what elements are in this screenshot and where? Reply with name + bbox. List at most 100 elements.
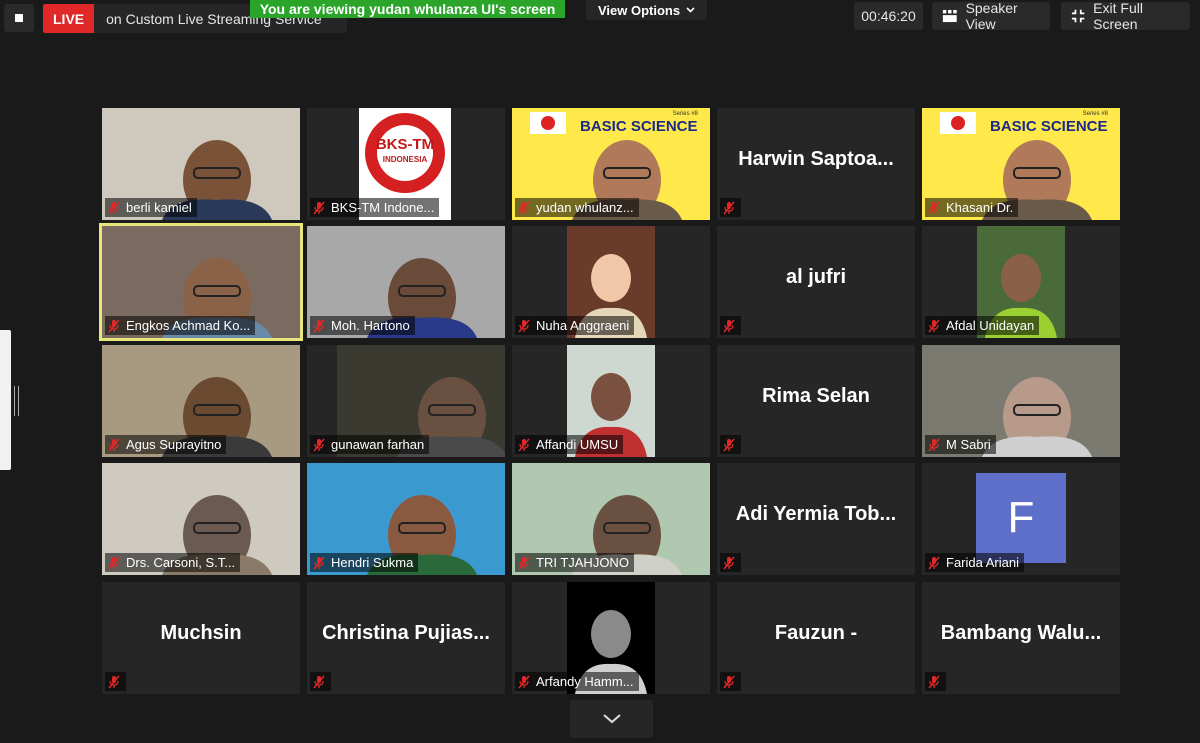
mic-muted-icon xyxy=(517,675,531,689)
speaker-view-button[interactable]: Speaker View xyxy=(932,0,1050,32)
participant-name-label xyxy=(105,672,126,691)
participant-name-label: Moh. Hartono xyxy=(310,316,415,335)
participant-name: yudan whulanz... xyxy=(536,200,634,215)
participant-tile[interactable]: Nuha Anggraeni xyxy=(512,226,710,338)
participant-name-label: Affandi UMSU xyxy=(515,435,624,454)
participant-tile[interactable]: Agus Suprayitno xyxy=(102,345,300,457)
participant-name-label: Farida Ariani xyxy=(925,553,1024,572)
participant-name: Farida Ariani xyxy=(946,555,1019,570)
chevron-down-icon xyxy=(686,7,695,13)
mic-muted-icon xyxy=(107,556,121,570)
participant-tile[interactable]: Fauzun - xyxy=(717,582,915,694)
exit-full-screen-icon xyxy=(1071,9,1085,23)
participant-name: Affandi UMSU xyxy=(536,437,619,452)
participant-tile[interactable]: BKS-TM INDONESIA BKS-TM Indone... xyxy=(307,108,505,220)
stop-share-button[interactable] xyxy=(4,4,34,32)
mic-muted-icon xyxy=(927,201,941,215)
basic-science-title: BASIC SCIENCE xyxy=(990,118,1108,135)
participant-tile[interactable]: Harwin Saptoa... xyxy=(717,108,915,220)
participant-tile[interactable]: Rima Selan xyxy=(717,345,915,457)
participant-name: BKS-TM Indone... xyxy=(331,200,435,215)
next-page-button[interactable] xyxy=(570,700,653,738)
participant-tile[interactable]: Bambang Walu... xyxy=(922,582,1120,694)
mic-muted-icon xyxy=(722,556,736,570)
participant-name: Afdal Unidayan xyxy=(946,318,1035,333)
participant-tile[interactable]: Christina Pujias... xyxy=(307,582,505,694)
participant-tile[interactable]: berli kamiel xyxy=(102,108,300,220)
live-badge: LIVE xyxy=(43,4,95,33)
participant-name-label xyxy=(720,316,741,335)
mic-muted-icon xyxy=(107,319,121,333)
viewing-screen-banner: You are viewing yudan whulanza UI's scre… xyxy=(250,0,565,18)
resize-handle[interactable] xyxy=(14,386,19,416)
mic-muted-icon xyxy=(722,319,736,333)
participant-tile[interactable]: BASIC SCIENCE Series #8 Khasani Dr. xyxy=(922,108,1120,220)
participant-display-name: Christina Pujias... xyxy=(322,622,490,644)
participant-name: Engkos Achmad Ko... xyxy=(126,318,251,333)
participant-name-label: Nuha Anggraeni xyxy=(515,316,635,335)
participant-name-label xyxy=(720,553,741,572)
participant-tile[interactable]: Hendri Sukma xyxy=(307,463,505,575)
participant-name: gunawan farhan xyxy=(331,437,425,452)
exit-full-screen-label: Exit Full Screen xyxy=(1093,0,1143,32)
participant-tile[interactable]: gunawan farhan xyxy=(307,345,505,457)
side-panel-tab[interactable] xyxy=(0,330,11,470)
participant-name: Arfandy Hamm... xyxy=(536,674,634,689)
mic-muted-icon xyxy=(517,556,531,570)
basic-science-title: BASIC SCIENCE xyxy=(580,118,698,135)
participant-tile[interactable]: Adi Yermia Tob... xyxy=(717,463,915,575)
exit-full-screen-button[interactable]: Exit Full Screen xyxy=(1061,0,1190,32)
participant-name-label xyxy=(925,672,946,691)
participant-name-label: TRI TJAHJONO xyxy=(515,553,634,572)
mic-muted-icon xyxy=(927,319,941,333)
basic-science-series: Series #8 xyxy=(1082,111,1108,117)
participant-tile[interactable]: TRI TJAHJONO xyxy=(512,463,710,575)
participant-tile[interactable]: Engkos Achmad Ko... xyxy=(99,223,303,341)
bks-tm-logo-title: BKS-TM xyxy=(375,136,435,153)
mic-muted-icon xyxy=(517,319,531,333)
participant-display-name: Harwin Saptoa... xyxy=(738,148,894,170)
participant-name: TRI TJAHJONO xyxy=(536,555,629,570)
participant-name-label: Drs. Carsoni, S.T... xyxy=(105,553,241,572)
mic-muted-icon xyxy=(722,675,736,689)
participant-tile[interactable]: Drs. Carsoni, S.T... xyxy=(102,463,300,575)
participant-display-name: Adi Yermia Tob... xyxy=(735,503,897,525)
participant-name: Nuha Anggraeni xyxy=(536,318,630,333)
mic-muted-icon xyxy=(312,201,326,215)
avatar: F xyxy=(976,473,1066,563)
participant-tile[interactable]: M Sabri xyxy=(922,345,1120,457)
participant-tile[interactable]: Moh. Hartono xyxy=(307,226,505,338)
participant-name: Drs. Carsoni, S.T... xyxy=(126,555,236,570)
view-options-menu[interactable]: View Options xyxy=(586,0,708,20)
participant-name-label xyxy=(720,435,741,454)
mic-muted-icon xyxy=(517,201,531,215)
mic-muted-icon xyxy=(107,675,121,689)
participant-display-name: Bambang Walu... xyxy=(940,622,1102,644)
participant-tile[interactable]: Afdal Unidayan xyxy=(922,226,1120,338)
speaker-view-icon xyxy=(942,9,957,23)
mic-muted-icon xyxy=(107,201,121,215)
participant-tile[interactable]: Arfandy Hamm... xyxy=(512,582,710,694)
meeting-timer: 00:46:20 xyxy=(854,2,923,30)
mic-muted-icon xyxy=(722,201,736,215)
participant-display-name: al jufri xyxy=(785,266,846,288)
stop-icon xyxy=(15,14,23,22)
participant-tile[interactable]: al jufri xyxy=(717,226,915,338)
mic-muted-icon xyxy=(107,438,121,452)
mic-muted-icon xyxy=(312,319,326,333)
chevron-down-icon xyxy=(602,714,621,724)
participant-name-label: Engkos Achmad Ko... xyxy=(105,316,256,335)
bks-tm-logo-subtitle: INDONESIA xyxy=(382,155,428,164)
participant-tile[interactable]: Muchsin xyxy=(102,582,300,694)
speaker-view-label: Speaker View xyxy=(965,0,1018,32)
participant-name-label: gunawan farhan xyxy=(310,435,430,454)
mic-muted-icon xyxy=(927,438,941,452)
participant-tile[interactable]: F Farida Ariani xyxy=(922,463,1120,575)
participant-tile[interactable]: BASIC SCIENCE Series #8 yudan whulanz... xyxy=(512,108,710,220)
participant-name: Hendri Sukma xyxy=(331,555,414,570)
participant-name: berli kamiel xyxy=(126,200,192,215)
participant-name: Moh. Hartono xyxy=(331,318,410,333)
participant-name: M Sabri xyxy=(946,437,991,452)
participant-name-label: Arfandy Hamm... xyxy=(515,672,639,691)
participant-tile[interactable]: Affandi UMSU xyxy=(512,345,710,457)
